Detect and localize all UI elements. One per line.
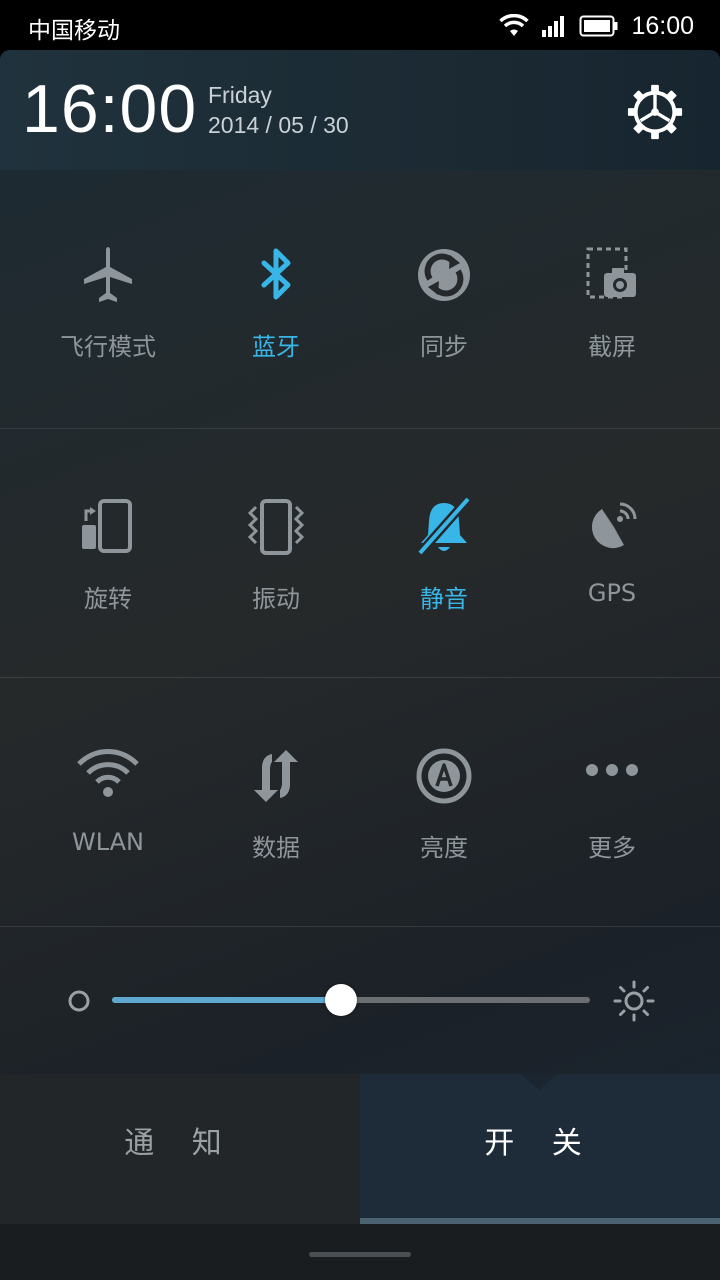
toggle-label: 静音 — [420, 585, 468, 613]
toggle-rotation[interactable]: 旋转 — [24, 429, 192, 679]
toggle-gps[interactable]: GPS — [528, 429, 696, 679]
vibrate-icon — [247, 499, 305, 555]
toggle-auto-brightness[interactable]: 亮度 — [360, 678, 528, 928]
drag-handle[interactable] — [309, 1252, 411, 1257]
toggle-bluetooth[interactable]: 蓝牙 — [192, 177, 360, 427]
wifi-signal-icon — [499, 14, 530, 36]
brightness-fill — [112, 997, 342, 1003]
auto-brightness-icon — [416, 748, 472, 804]
toggle-vibrate[interactable]: 振动 — [192, 429, 360, 679]
toggle-label: 同步 — [420, 333, 468, 361]
mobile-data-icon — [254, 750, 298, 802]
toggle-label: GPS — [587, 579, 637, 607]
tab-notifications[interactable]: 通 知 — [0, 1074, 360, 1224]
toggle-row-1: 飞行模式 蓝牙 同步 截屏 — [0, 177, 720, 427]
airplane-icon — [84, 247, 132, 302]
tab-pointer — [521, 1074, 557, 1090]
brightness-slider-thumb[interactable] — [325, 984, 358, 1016]
toggle-sync[interactable]: 同步 — [360, 177, 528, 427]
screenshot-icon — [586, 247, 636, 299]
settings-icon[interactable] — [626, 83, 684, 141]
rotate-icon — [82, 499, 132, 553]
toggle-label: 蓝牙 — [252, 333, 300, 361]
mute-icon — [418, 497, 470, 555]
toggle-label: 振动 — [252, 585, 300, 613]
tab-switches[interactable]: 开 关 — [360, 1074, 720, 1224]
quick-settings-panel: 16:00 Friday 2014 / 05 / 30 飞行模式 蓝牙 同步 截… — [0, 50, 720, 1280]
sync-icon — [418, 249, 470, 301]
toggle-silent[interactable]: 静音 — [360, 429, 528, 679]
weekday: Friday — [208, 82, 272, 108]
toggle-label: 飞行模式 — [60, 333, 156, 361]
toggle-mobile-data[interactable]: 数据 — [192, 678, 360, 928]
battery-icon — [579, 15, 618, 37]
toggle-label: 截屏 — [588, 333, 636, 361]
clock[interactable]: 16:00 — [22, 70, 197, 148]
cell-signal-icon — [542, 16, 565, 37]
toggle-label: 亮度 — [420, 834, 468, 862]
brightness-high-icon — [613, 980, 655, 1022]
more-icon — [586, 764, 638, 776]
panel-footer — [0, 1224, 720, 1280]
gps-icon — [591, 502, 637, 549]
panel-tabs: 通 知 开 关 — [0, 1074, 720, 1224]
toggle-row-3: WLAN 数据 亮度 更多 — [0, 677, 720, 928]
carrier-name: 中国移动 — [28, 18, 120, 44]
bluetooth-icon — [261, 248, 291, 300]
brightness-low-icon — [68, 990, 90, 1012]
status-bar: 中国移动 16:00 — [0, 0, 720, 52]
toggle-more[interactable]: 更多 — [528, 678, 696, 928]
toggle-label: 更多 — [588, 834, 636, 862]
toggle-screenshot[interactable]: 截屏 — [528, 177, 696, 427]
toggle-wlan[interactable]: WLAN — [24, 678, 192, 928]
tab-switches-label: 开 关 — [484, 1126, 596, 1161]
toggle-label: 数据 — [252, 834, 300, 862]
brightness-control — [0, 926, 720, 1075]
panel-header: 16:00 Friday 2014 / 05 / 30 — [0, 50, 720, 170]
brightness-slider[interactable] — [112, 984, 590, 1016]
toggle-row-2: 旋转 振动 静音 GPS — [0, 428, 720, 679]
toggle-label: 旋转 — [84, 585, 132, 613]
status-time: 16:00 — [631, 11, 694, 40]
toggle-airplane-mode[interactable]: 飞行模式 — [24, 177, 192, 427]
toggle-label: WLAN — [71, 828, 145, 856]
date[interactable]: 2014 / 05 / 30 — [208, 112, 349, 139]
wifi-icon — [77, 749, 139, 797]
